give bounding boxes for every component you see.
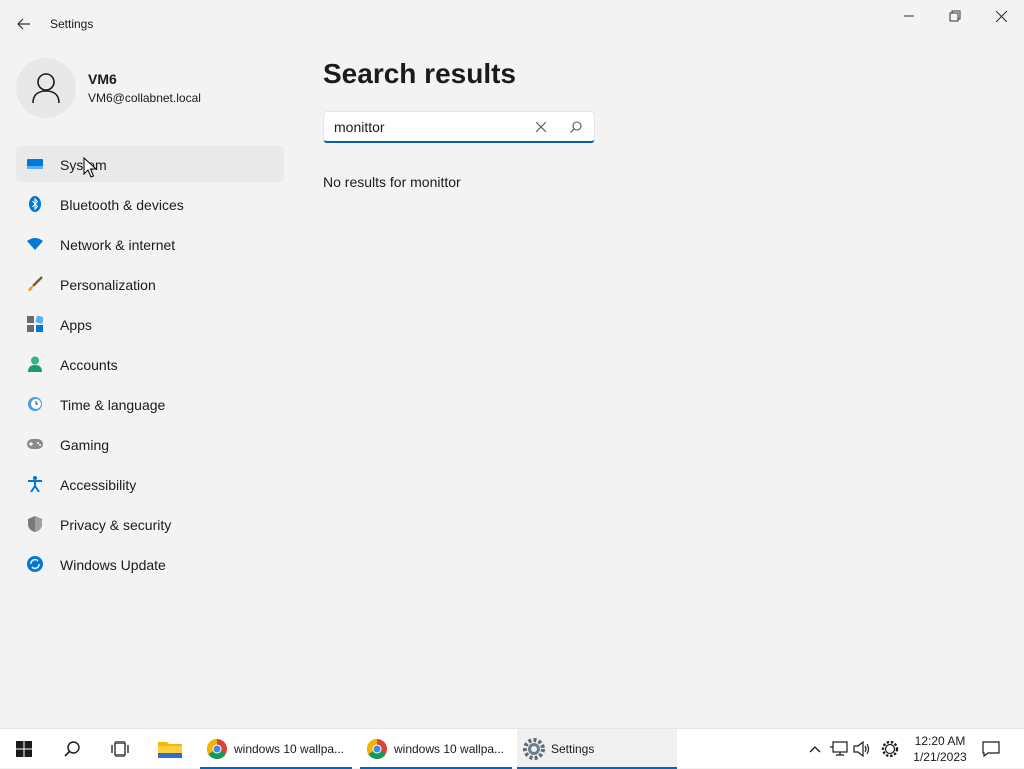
clock-date: 1/21/2023 [913, 750, 967, 764]
user-profile[interactable]: VM6 VM6@collabnet.local [16, 56, 286, 118]
clear-search-button[interactable] [532, 118, 550, 136]
folder-icon [158, 742, 182, 758]
sidebar-item-label: Time & language [60, 397, 166, 413]
sidebar-item-personalization[interactable]: Personalization [16, 266, 284, 302]
show-hidden-icons-button[interactable] [805, 739, 825, 759]
sidebar-item-system[interactable]: System [16, 146, 284, 182]
sidebar-item-label: Bluetooth & devices [60, 197, 184, 213]
sidebar-item-windows-update[interactable]: Windows Update [16, 546, 284, 582]
system-icon [27, 156, 43, 172]
chrome-icon [206, 738, 228, 760]
sidebar-item-label: Apps [60, 317, 92, 333]
title-bar: Settings [0, 0, 1024, 48]
brush-icon [27, 276, 43, 292]
taskbar-task-label: windows 10 wallpa... [234, 742, 345, 756]
notification-icon [982, 741, 1000, 757]
file-explorer-button[interactable] [148, 729, 192, 769]
taskbar: windows 10 wallpa... windows 10 wallpa..… [0, 728, 1024, 769]
app-title: Settings [50, 17, 94, 31]
restore-button[interactable] [932, 0, 978, 32]
volume-icon [853, 741, 870, 757]
clock[interactable]: 12:20 AM 1/21/2023 [904, 733, 976, 765]
chevron-up-icon [809, 746, 821, 753]
bluetooth-icon [27, 196, 43, 212]
sidebar-item-network[interactable]: Network & internet [16, 226, 284, 262]
profile-name: VM6 [88, 71, 117, 87]
taskbar-search-button[interactable] [50, 729, 94, 769]
notifications-button[interactable] [980, 739, 1002, 759]
taskbar-task-label: windows 10 wallpa... [394, 742, 505, 756]
accounts-icon [27, 356, 43, 372]
settings-tray-button[interactable] [880, 739, 900, 759]
mouse-cursor-icon [83, 157, 97, 178]
search-icon [64, 741, 80, 757]
settings-gear-icon [523, 738, 545, 760]
back-arrow-icon [17, 18, 30, 30]
taskbar-chrome-window-1[interactable]: windows 10 wallpa... [200, 729, 352, 769]
sidebar-item-gaming[interactable]: Gaming [16, 426, 284, 462]
start-button[interactable] [2, 729, 46, 769]
task-view-icon [111, 741, 129, 757]
gear-icon [881, 740, 899, 758]
accessibility-icon [27, 476, 43, 492]
sidebar-item-label: Personalization [60, 277, 156, 293]
volume-tray-button[interactable] [852, 739, 872, 759]
clock-time: 12:20 AM [914, 734, 966, 748]
chrome-icon [366, 738, 388, 760]
update-icon [27, 556, 43, 572]
network-wired-icon [830, 741, 848, 756]
page-title: Search results [323, 58, 516, 89]
close-icon [995, 10, 1007, 22]
taskbar-task-label: Settings [551, 742, 595, 756]
taskbar-settings-window[interactable]: Settings [517, 729, 677, 769]
no-results-message: No results for monittor [323, 174, 461, 190]
sidebar-item-accessibility[interactable]: Accessibility [16, 466, 284, 502]
back-button[interactable] [12, 12, 36, 36]
minimize-button[interactable] [886, 0, 932, 32]
windows-logo-icon [16, 741, 32, 757]
restore-icon [949, 10, 961, 22]
person-icon [32, 73, 60, 104]
search-input[interactable] [334, 117, 514, 137]
search-box [323, 111, 595, 143]
sidebar-item-label: Network & internet [60, 237, 176, 253]
sidebar-item-privacy[interactable]: Privacy & security [16, 506, 284, 542]
network-tray-button[interactable] [829, 739, 849, 759]
search-button[interactable] [567, 118, 585, 136]
task-view-button[interactable] [98, 729, 142, 769]
sidebar-item-label: Windows Update [60, 557, 166, 573]
sidebar-item-label: Accessibility [60, 477, 137, 493]
sidebar-item-accounts[interactable]: Accounts [16, 346, 284, 382]
close-button[interactable] [978, 0, 1024, 32]
globe-clock-icon [27, 396, 43, 412]
sidebar-item-time-language[interactable]: Time & language [16, 386, 284, 422]
profile-email: VM6@collabnet.local [88, 91, 201, 105]
wifi-icon [27, 236, 43, 252]
sidebar-item-label: Privacy & security [60, 517, 172, 533]
clear-icon [536, 122, 546, 132]
search-icon [570, 121, 582, 133]
minimize-icon [904, 15, 914, 17]
sidebar-item-label: Gaming [60, 437, 110, 453]
sidebar-item-label: Accounts [60, 357, 118, 373]
taskbar-chrome-window-2[interactable]: windows 10 wallpa... [360, 729, 512, 769]
avatar [16, 58, 76, 118]
apps-icon [27, 316, 43, 332]
sidebar-item-apps[interactable]: Apps [16, 306, 284, 342]
sidebar-nav: System Bluetooth & devices Network & int… [16, 146, 284, 586]
shield-icon [27, 516, 43, 532]
gamepad-icon [27, 436, 43, 452]
sidebar-item-bluetooth[interactable]: Bluetooth & devices [16, 186, 284, 222]
